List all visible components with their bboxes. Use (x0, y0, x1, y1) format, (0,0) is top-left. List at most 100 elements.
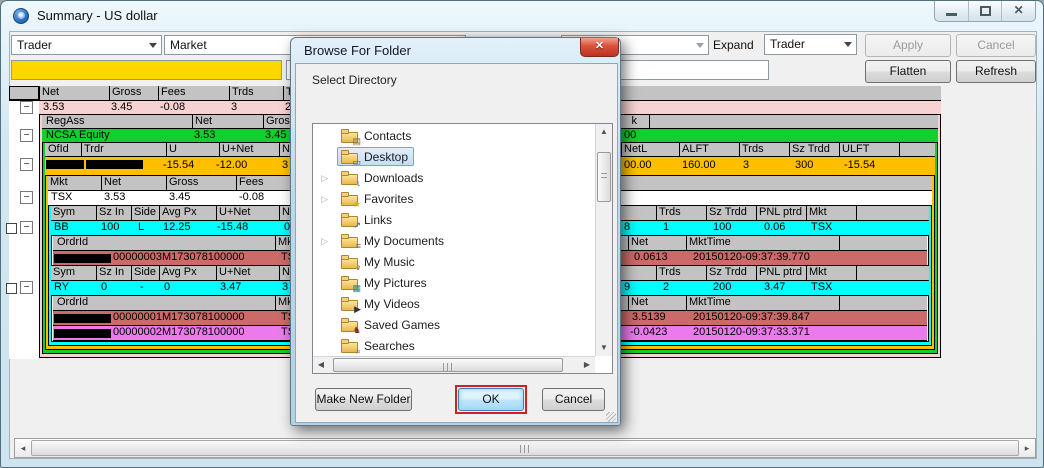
apply-button[interactable]: Apply (865, 34, 951, 57)
grid-cell[interactable]: 20150120-09:37:39.770 (691, 251, 856, 265)
scroll-right-icon[interactable]: ▸ (1019, 439, 1035, 457)
tree-item-downloads[interactable]: ▷↓Downloads (315, 168, 575, 189)
title-bar[interactable]: Summary - US dollar ✕ (1, 1, 1043, 31)
tree-item-favorites[interactable]: ▷ ★Favorites (315, 189, 575, 210)
resize-grip-icon[interactable] (606, 412, 616, 422)
tree-item-content[interactable]: ▦My Pictures (337, 273, 433, 292)
cancel-button[interactable]: Cancel (956, 34, 1036, 57)
grid-cell[interactable]: 100 (711, 221, 756, 235)
grid-cell[interactable]: -12.00 (214, 157, 276, 175)
grid-cell[interactable]: 3 (229, 101, 269, 114)
ok-button[interactable]: OK (458, 388, 524, 411)
grid-cell[interactable]: 20150120-09:37:39.847 (691, 311, 856, 325)
expand-selector-combo[interactable]: Trader (764, 34, 857, 55)
redacted-cell[interactable] (86, 160, 143, 169)
tree-item-links[interactable]: ↗Links (315, 210, 575, 231)
tree-vertical-scrollbar[interactable]: ▲ ▼ (595, 124, 612, 356)
redacted-cell[interactable] (54, 254, 111, 263)
tree-item-my-videos[interactable]: ▶My Videos (315, 294, 575, 315)
tree-item-content[interactable]: ★Favorites (337, 189, 419, 208)
tree-item-content[interactable]: ↗Links (337, 210, 398, 229)
main-horizontal-scrollbar[interactable]: ◂ ▸ (14, 438, 1036, 458)
dialog-close-button[interactable]: ✕ (580, 38, 619, 57)
expand-arrow-icon[interactable]: ▷ (321, 173, 328, 184)
close-button[interactable]: ✕ (1002, 1, 1035, 21)
minimize-button[interactable] (935, 1, 969, 21)
expand-arrow-icon[interactable]: ▷ (321, 194, 328, 205)
scrollbar-thumb[interactable] (333, 358, 563, 372)
grid-cell[interactable]: 00 (622, 129, 652, 142)
grid-cell[interactable]: -0.0423 (628, 326, 686, 340)
tree-item-saved-games[interactable]: ♞Saved Games (315, 315, 575, 336)
grid-cell[interactable]: 0 (162, 281, 212, 295)
tree-item-my-documents[interactable]: ▷ ≡My Documents (315, 231, 575, 252)
grid-cell[interactable]: 9 (622, 281, 657, 295)
grid-cell[interactable]: 3.47 (218, 281, 276, 295)
collapse-toggle-icon[interactable]: − (20, 281, 33, 294)
grid-cell[interactable]: 3 (741, 157, 781, 175)
grid-cell[interactable]: -15.48 (215, 221, 277, 235)
tree-item-desktop[interactable]: ▭Desktop (315, 147, 575, 168)
scrollbar-thumb[interactable] (597, 152, 611, 202)
scrollbar-thumb[interactable] (31, 440, 1019, 456)
grid-cell[interactable]: TSX (809, 221, 849, 235)
redacted-cell[interactable] (54, 329, 111, 338)
grid-cell[interactable]: -0.08 (158, 101, 227, 114)
dialog-cancel-button[interactable]: Cancel (542, 388, 605, 411)
make-new-folder-button[interactable]: Make New Folder (315, 388, 412, 411)
collapse-toggle-icon[interactable]: − (20, 158, 33, 171)
grid-cell[interactable]: 3.53 (102, 191, 162, 205)
redacted-cell[interactable] (46, 160, 84, 169)
scroll-left-icon[interactable]: ◀ (313, 357, 329, 373)
tree-item-content[interactable]: ▶My Videos (337, 294, 426, 313)
collapse-toggle-icon[interactable]: − (20, 101, 33, 114)
grid-cell[interactable]: 2 (661, 281, 706, 295)
grid-cell[interactable]: 20150120-09:37:33.371 (691, 326, 856, 340)
tree-item-contacts[interactable]: ▤Contacts (315, 126, 575, 147)
grid-cell[interactable]: L (136, 221, 156, 235)
grid-cell[interactable]: 00.00 (622, 157, 662, 175)
scroll-right-icon[interactable]: ▶ (579, 357, 595, 373)
grid-cell[interactable]: 00000003M173078100000 (111, 251, 276, 265)
grid-cell[interactable]: 3.53 (41, 101, 107, 114)
grid-cell[interactable]: 3.5139 (630, 311, 685, 325)
row-checkbox[interactable] (6, 223, 17, 234)
trader-filter-combo[interactable]: Trader (11, 35, 162, 55)
refresh-button[interactable]: Refresh (956, 60, 1036, 83)
grid-cell[interactable]: 12.25 (161, 221, 211, 235)
grid-cell[interactable]: BB (52, 221, 92, 235)
grid-cell[interactable]: 200 (711, 281, 756, 295)
collapse-toggle-icon[interactable]: − (20, 221, 33, 234)
grid-cell[interactable]: - (138, 281, 153, 295)
grid-cell[interactable]: -0.08 (237, 191, 297, 205)
grid-cell[interactable]: TSX (809, 281, 849, 295)
scroll-left-icon[interactable]: ◂ (15, 439, 31, 457)
grid-cell[interactable]: 300 (793, 157, 833, 175)
tree-item-my-music[interactable]: ♪My Music (315, 252, 575, 273)
tree-horizontal-scrollbar[interactable]: ◀ ▶ (313, 356, 595, 373)
tree-selection[interactable]: ▭Desktop (337, 147, 414, 166)
scroll-up-icon[interactable]: ▲ (596, 124, 612, 140)
grid-cell[interactable]: 0.0613 (632, 251, 684, 265)
tree-item-content[interactable]: ♞Saved Games (337, 315, 446, 334)
grid-cell[interactable]: 3.45 (167, 191, 232, 205)
grid-cell[interactable]: -15.54 (161, 157, 216, 175)
redacted-cell[interactable] (54, 314, 111, 323)
grid-cell[interactable]: 3.47 (762, 281, 804, 295)
tree-item-searches[interactable]: ⌕Searches (315, 336, 575, 356)
expand-arrow-icon[interactable]: ▷ (321, 236, 328, 247)
maximize-button[interactable] (969, 1, 1003, 21)
grid-cell[interactable]: -15.54 (842, 157, 897, 175)
grid-cell[interactable]: 0.06 (762, 221, 804, 235)
grid-cell[interactable]: 1 (661, 221, 706, 235)
grid-cell[interactable]: 3.53 (192, 129, 252, 142)
grid-cell[interactable]: 8 (622, 221, 657, 235)
trader-filter-input[interactable] (11, 60, 282, 80)
grid-cell[interactable]: 00000002M173078100000 (111, 326, 276, 340)
tree-item-content[interactable]: ♪My Music (337, 252, 421, 271)
grid-cell[interactable]: TSX (49, 191, 99, 205)
tree-item-content[interactable]: ≡My Documents (337, 231, 450, 250)
grid-cell[interactable]: 100 (99, 221, 132, 235)
tree-item-content[interactable]: ▤Contacts (337, 126, 417, 145)
scroll-down-icon[interactable]: ▼ (596, 340, 612, 356)
